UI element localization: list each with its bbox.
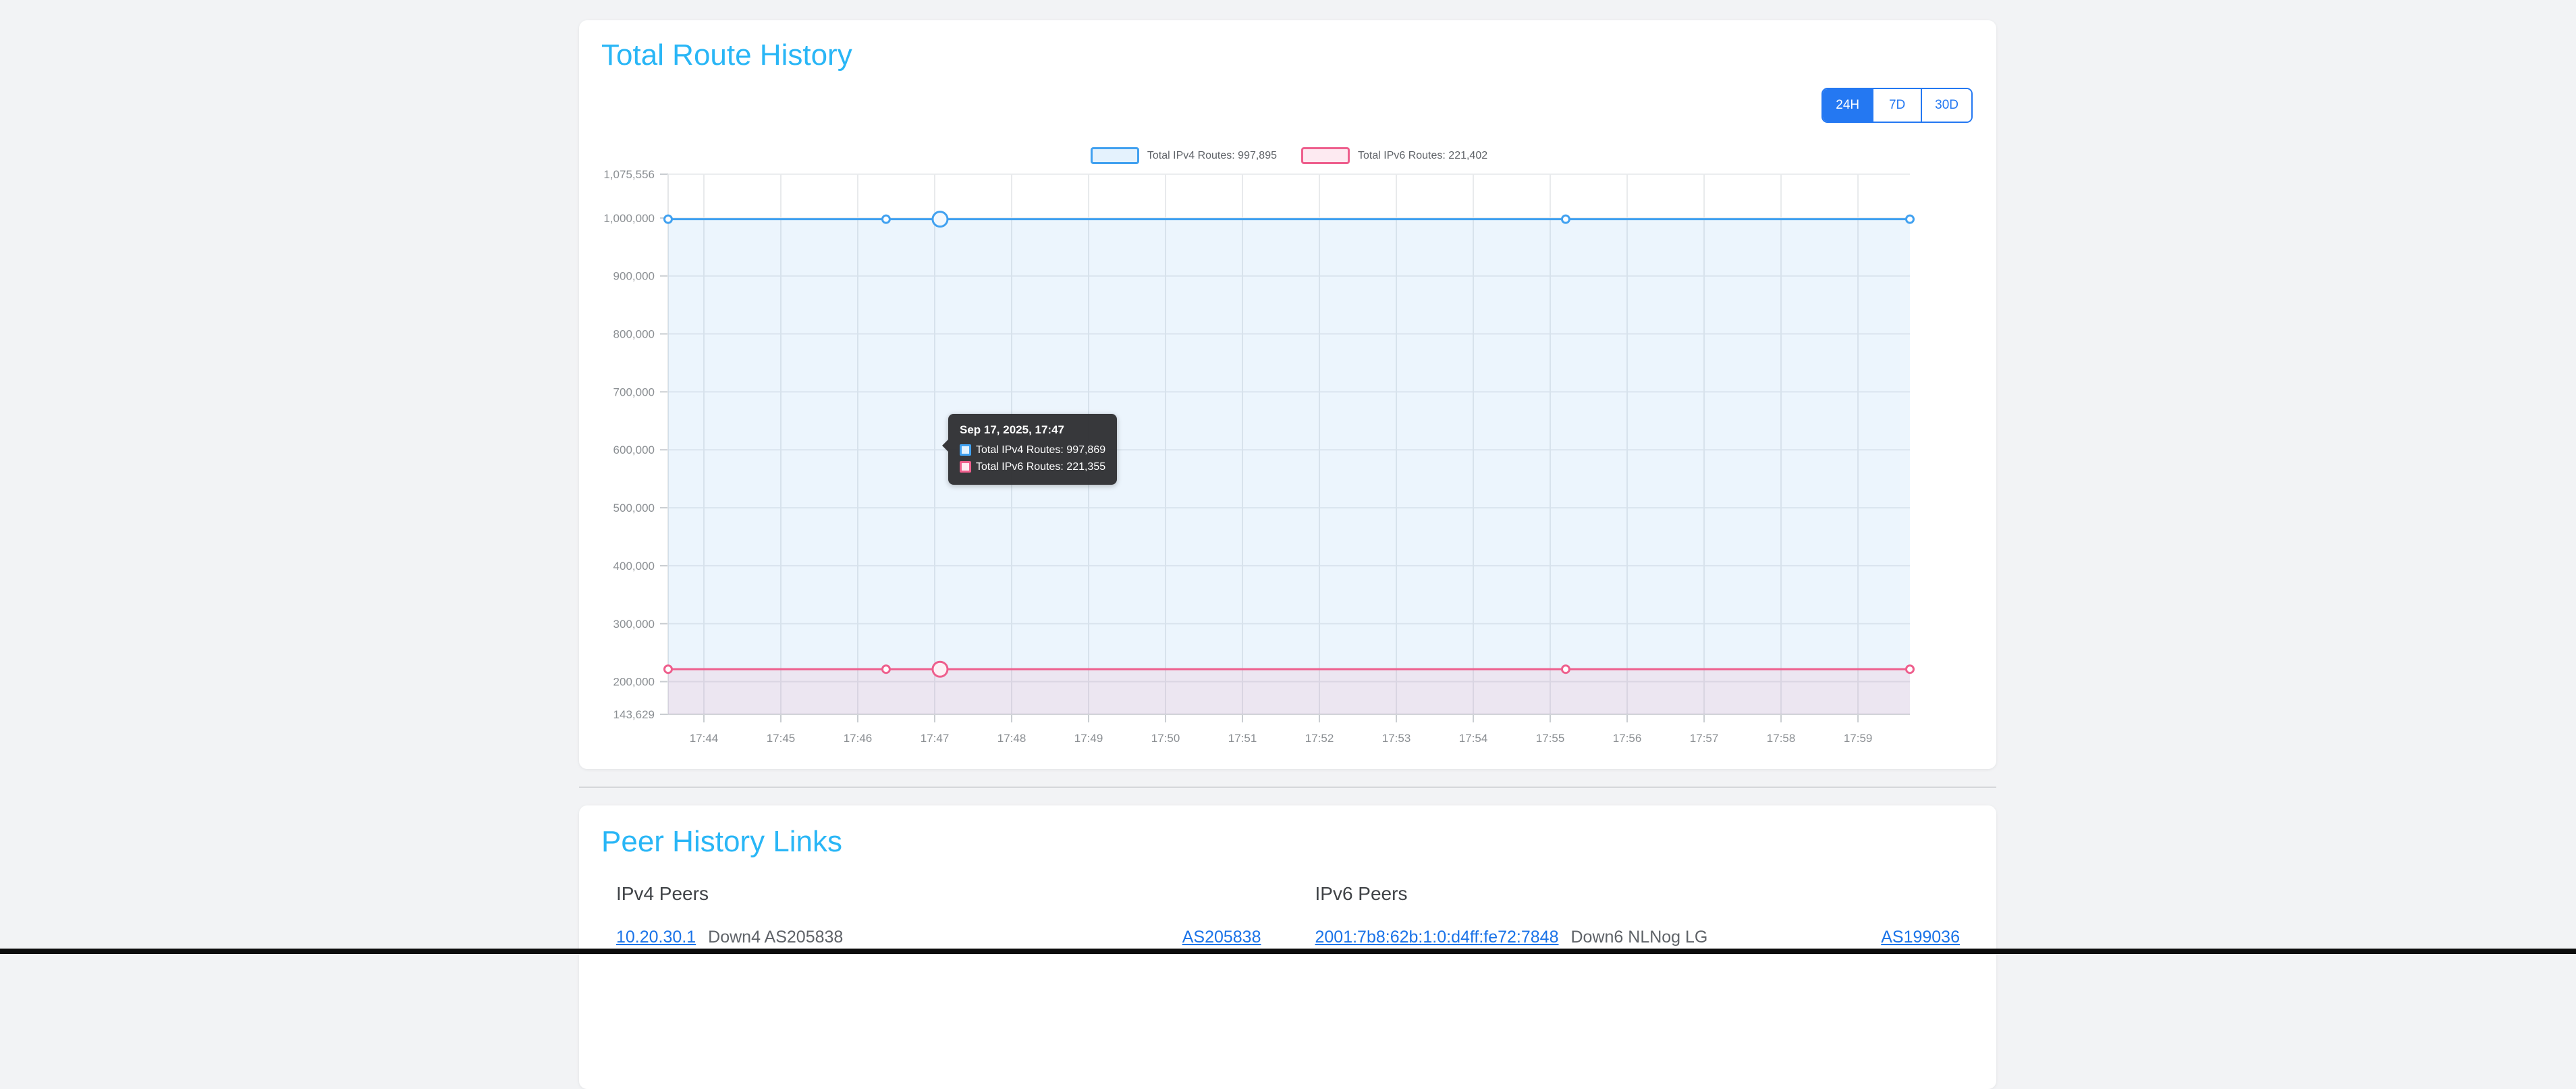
tooltip-value-ipv4: Total IPv4 Routes: 997,869 xyxy=(976,442,1105,458)
y-axis-label: 143,629 xyxy=(613,708,655,721)
x-axis-label: 17:58 xyxy=(1767,732,1796,745)
peer-history-card: Peer History Links IPv4 Peers 10.20.30.1… xyxy=(579,805,1996,1089)
peer-history-title: Peer History Links xyxy=(601,824,842,860)
y-axis-label: 200,000 xyxy=(613,676,655,689)
data-point-marker xyxy=(882,666,889,673)
ipv6-peer-row: 2001:7b8:62b:1:0:d4ff:fe72:7848 Down6 NL… xyxy=(1315,926,1961,949)
data-point-marker xyxy=(882,215,889,223)
y-axis-label: 800,000 xyxy=(613,328,655,341)
x-axis-label: 17:44 xyxy=(690,732,719,745)
data-point-marker xyxy=(1907,215,1914,223)
ipv6-peers-column: IPv6 Peers 2001:7b8:62b:1:0:d4ff:fe72:78… xyxy=(1315,883,1961,948)
x-axis-label: 17:59 xyxy=(1844,732,1873,745)
tooltip-swatch-ipv6 xyxy=(960,461,971,473)
tooltip-swatch-ipv4 xyxy=(960,444,971,456)
x-axis-label: 17:55 xyxy=(1536,732,1565,745)
x-axis-label: 17:45 xyxy=(767,732,796,745)
peers-columns: IPv4 Peers 10.20.30.1 Down4 AS205838 AS2… xyxy=(616,883,1960,948)
x-axis-label: 17:47 xyxy=(921,732,950,745)
y-axis-label: 900,000 xyxy=(613,270,655,283)
ipv4-peers-heading: IPv4 Peers xyxy=(616,883,1261,905)
data-point-marker xyxy=(1562,215,1569,223)
tooltip-row-ipv4: Total IPv4 Routes: 997,869 xyxy=(960,442,1105,458)
x-axis-label: 17:46 xyxy=(844,732,873,745)
ipv4-peer-description: Down4 AS205838 xyxy=(708,926,843,949)
y-axis-label: 400,000 xyxy=(613,560,655,573)
tooltip-title: Sep 17, 2025, 17:47 xyxy=(960,423,1105,437)
y-axis-label: 500,000 xyxy=(613,502,655,514)
ipv4-peer-address-link[interactable]: 10.20.30.1 xyxy=(616,926,696,949)
ipv6-peers-heading: IPv6 Peers xyxy=(1315,883,1961,905)
x-axis-label: 17:48 xyxy=(997,732,1026,745)
x-axis-label: 17:53 xyxy=(1382,732,1411,745)
tooltip-row-ipv6: Total IPv6 Routes: 221,355 xyxy=(960,458,1105,475)
viewport-bottom-edge xyxy=(0,949,2576,954)
x-axis-label: 17:54 xyxy=(1459,732,1488,745)
data-point-marker xyxy=(1562,666,1569,673)
x-axis-label: 17:51 xyxy=(1228,732,1257,745)
route-history-chart[interactable]: 1,075,556 1,000,000 900,000 800,000 700,000 6… xyxy=(579,20,1996,769)
x-axis-label: 17:52 xyxy=(1305,732,1334,745)
y-axis-label: 700,000 xyxy=(613,386,655,398)
x-axis-label: 17:56 xyxy=(1613,732,1642,745)
y-axis-label: 600,000 xyxy=(613,444,655,456)
ipv6-peer-description: Down6 NLNog LG xyxy=(1571,926,1708,949)
tooltip-value-ipv6: Total IPv6 Routes: 221,355 xyxy=(976,458,1105,475)
section-divider xyxy=(579,787,1996,788)
x-axis-label: 17:49 xyxy=(1074,732,1103,745)
ipv4-peers-column: IPv4 Peers 10.20.30.1 Down4 AS205838 AS2… xyxy=(616,883,1261,948)
hover-marker-0 xyxy=(933,212,948,227)
ipv4-peer-asn-link[interactable]: AS205838 xyxy=(1182,926,1261,949)
x-axis-label: 17:57 xyxy=(1690,732,1719,745)
route-history-card: Total Route History 24H 7D 30D Total IPv… xyxy=(579,20,1996,769)
y-axis-label: 1,075,556 xyxy=(603,168,655,181)
tooltip-arrow xyxy=(942,440,948,452)
series-area-0 xyxy=(668,219,1910,714)
series-area-1 xyxy=(668,669,1910,714)
data-point-marker xyxy=(665,666,672,673)
data-point-marker xyxy=(1907,666,1914,673)
x-axis-label: 17:50 xyxy=(1151,732,1180,745)
ipv6-peer-asn-link[interactable]: AS199036 xyxy=(1881,926,1960,949)
chart-tooltip: Sep 17, 2025, 17:47 Total IPv4 Routes: 9… xyxy=(948,414,1117,485)
y-axis-label: 300,000 xyxy=(613,618,655,631)
data-point-marker xyxy=(665,215,672,223)
hover-marker-1 xyxy=(933,662,948,676)
ipv4-peer-row: 10.20.30.1 Down4 AS205838 AS205838 xyxy=(616,926,1261,949)
ipv6-peer-address-link[interactable]: 2001:7b8:62b:1:0:d4ff:fe72:7848 xyxy=(1315,926,1559,949)
y-axis-label: 1,000,000 xyxy=(603,212,655,225)
